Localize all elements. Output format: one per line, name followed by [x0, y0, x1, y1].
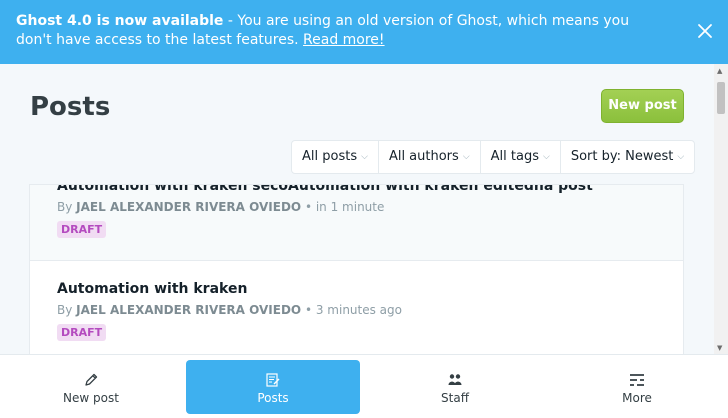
post-title[interactable]: Automation with kraken: [57, 281, 247, 297]
pencil-icon: [85, 373, 98, 386]
close-icon[interactable]: [696, 22, 714, 40]
chevron-down-icon: ⌵: [361, 152, 368, 162]
update-banner: Ghost 4.0 is now available - You are usi…: [0, 0, 728, 64]
status-badge: DRAFT: [57, 324, 107, 341]
bottom-nav: New post Posts Staff More: [0, 354, 728, 418]
post-time: • 3 minutes ago: [304, 303, 402, 317]
filter-label: All authors: [388, 149, 459, 164]
nav-label: New post: [63, 391, 119, 405]
nav-label: More: [622, 391, 652, 405]
more-icon: [630, 374, 644, 386]
filter-sort[interactable]: Sort by: Newest ⌵: [561, 141, 694, 173]
post-author: JAEL ALEXANDER RIVERA OVIEDO: [76, 200, 302, 214]
main-content: Posts New post All posts ⌵ All authors ⌵ A…: [0, 64, 714, 354]
nav-label: Staff: [441, 391, 469, 405]
chevron-down-icon: ⌵: [462, 152, 470, 162]
scroll-up-arrow-icon[interactable]: ▲: [717, 67, 722, 75]
scrollbar[interactable]: ▲ ▼: [714, 64, 728, 354]
filter-tag[interactable]: All tags ⌵: [481, 141, 561, 173]
filter-label: All posts: [302, 149, 358, 164]
banner-separator: -: [223, 13, 238, 29]
nav-more[interactable]: More: [550, 360, 724, 414]
post-by: By: [57, 200, 73, 214]
nav-label: Posts: [257, 391, 289, 405]
post-time: • in 1 minute: [304, 200, 385, 214]
post-author: JAEL ALEXANDER RIVERA OVIEDO: [76, 303, 302, 317]
post-meta: By JAEL ALEXANDER RIVERA OVIEDO • 3 minu…: [57, 303, 402, 317]
new-post-button[interactable]: New post: [601, 89, 684, 123]
post-title[interactable]: Automation with kraken secoAutomation wi…: [57, 185, 593, 194]
filter-post-type[interactable]: All posts ⌵: [292, 141, 379, 173]
post-meta: By JAEL ALEXANDER RIVERA OVIEDO • in 1 m…: [57, 200, 384, 214]
nav-new-post[interactable]: New post: [4, 360, 178, 414]
filter-label: All tags: [490, 149, 539, 164]
page-title: Posts: [30, 92, 111, 122]
scroll-down-arrow-icon[interactable]: ▼: [717, 344, 722, 352]
staff-icon: [448, 374, 462, 385]
status-badge: DRAFT: [57, 221, 107, 238]
chevron-down-icon: ⌵: [542, 152, 550, 162]
banner-headline: Ghost 4.0 is now available: [16, 13, 224, 29]
post-list: Automation with kraken secoAutomation wi…: [29, 184, 684, 354]
nav-staff[interactable]: Staff: [368, 360, 542, 414]
posts-icon: [266, 373, 280, 387]
nav-posts[interactable]: Posts: [186, 360, 360, 414]
post-by: By: [57, 303, 73, 317]
post-list-item[interactable]: Automation with kraken secoAutomation wi…: [30, 185, 683, 261]
filter-label: Sort by: Newest: [570, 149, 674, 164]
filter-bar: All posts ⌵ All authors ⌵ All tags ⌵ Sort b…: [291, 140, 696, 174]
post-list-item[interactable]: Automation with kraken By JAEL ALEXANDER…: [30, 261, 683, 354]
chevron-down-icon: ⌵: [677, 152, 685, 162]
banner-read-more-link[interactable]: Read more!: [303, 32, 385, 48]
filter-author[interactable]: All authors ⌵: [379, 141, 481, 173]
scrollbar-thumb[interactable]: [717, 82, 725, 114]
